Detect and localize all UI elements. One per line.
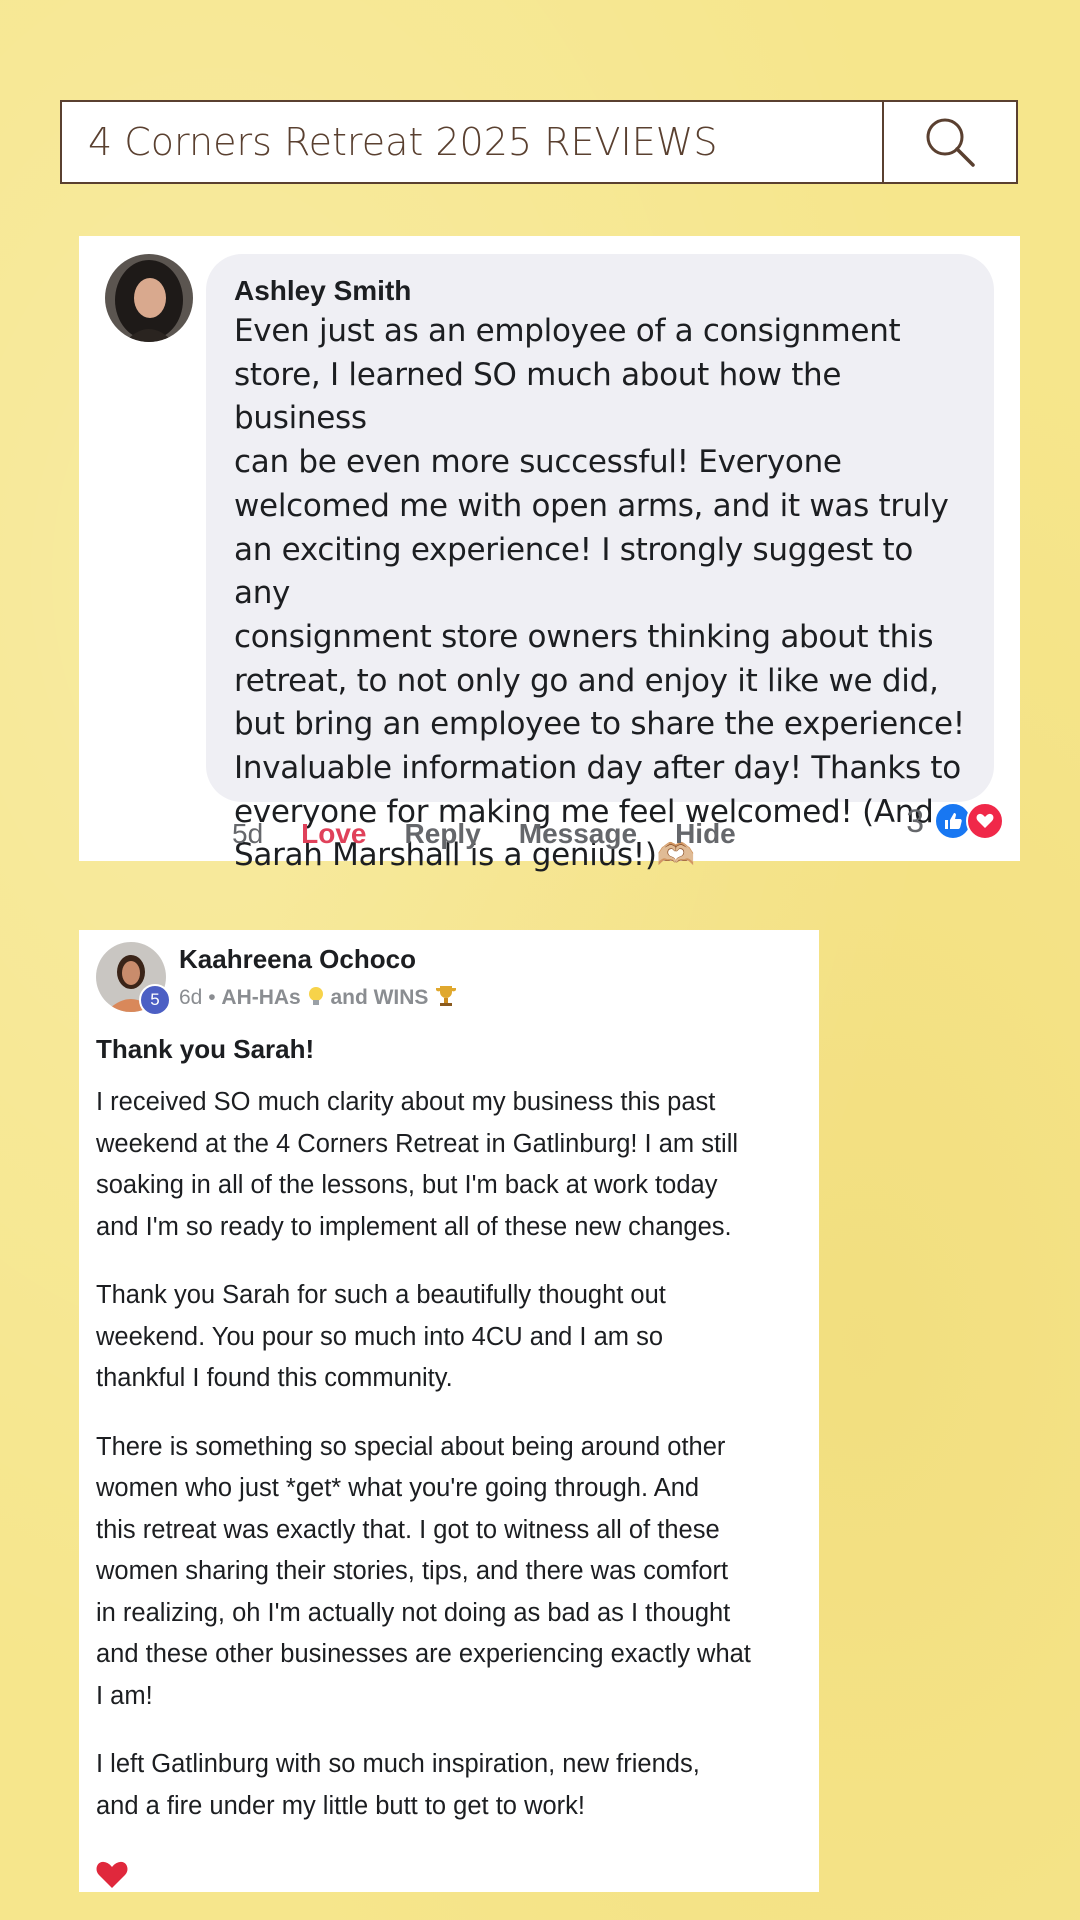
trophy-icon [434, 986, 458, 1009]
message-button[interactable]: Message [519, 818, 637, 850]
search-bar [60, 100, 1018, 184]
group-label-b[interactable]: and WINS [330, 986, 428, 1009]
separator: • [208, 986, 216, 1009]
comment-text: Even just as an employee of a consignmen… [234, 313, 965, 874]
reply-button[interactable]: Reply [405, 818, 481, 850]
comment-actions: 5d Love Reply Message Hide [232, 810, 774, 858]
search-icon [926, 118, 975, 167]
post-paragraph: I left Gatlinburg with so much inspirati… [96, 1750, 700, 1820]
group-label-a[interactable]: AH-HAs [221, 986, 300, 1009]
post-body: I received SO much clarity about my busi… [96, 1082, 811, 1854]
post-paragraph: There is something so special about bein… [96, 1432, 751, 1710]
reaction-summary[interactable]: 3 [906, 802, 1004, 840]
love-button[interactable]: Love [301, 818, 366, 850]
lightbulb-icon [307, 986, 331, 1009]
post-paragraph: Thank you Sarah for such a beautifully t… [96, 1281, 666, 1392]
author-name[interactable]: Kaahreena Ochoco [179, 944, 416, 975]
red-heart-icon [95, 1858, 129, 1895]
review-card-kaahreena: 5 Kaahreena Ochoco 6d • AH-HAs and WINS … [79, 930, 819, 1892]
avatar-image [105, 254, 193, 342]
search-button[interactable] [882, 102, 1016, 182]
avatar[interactable] [105, 254, 193, 342]
rank-badge: 5 [139, 984, 171, 1016]
search-input[interactable] [62, 102, 882, 182]
heart-icon [966, 802, 1004, 840]
post-title: Thank you Sarah! [96, 1034, 315, 1064]
hide-button[interactable]: Hide [675, 818, 736, 850]
timestamp[interactable]: 5d [232, 818, 263, 850]
post-meta: 6d • AH-HAs and WINS [179, 984, 458, 1010]
comment-bubble: Ashley Smith Even just as an employee of… [206, 254, 994, 873]
timestamp[interactable]: 6d [179, 986, 202, 1009]
reaction-count: 3 [906, 802, 924, 839]
author-name[interactable]: Ashley Smith [234, 272, 966, 310]
post-paragraph: I received SO much clarity about my busi… [96, 1088, 739, 1241]
review-card-ashley: Ashley Smith Even just as an employee of… [79, 236, 1020, 873]
